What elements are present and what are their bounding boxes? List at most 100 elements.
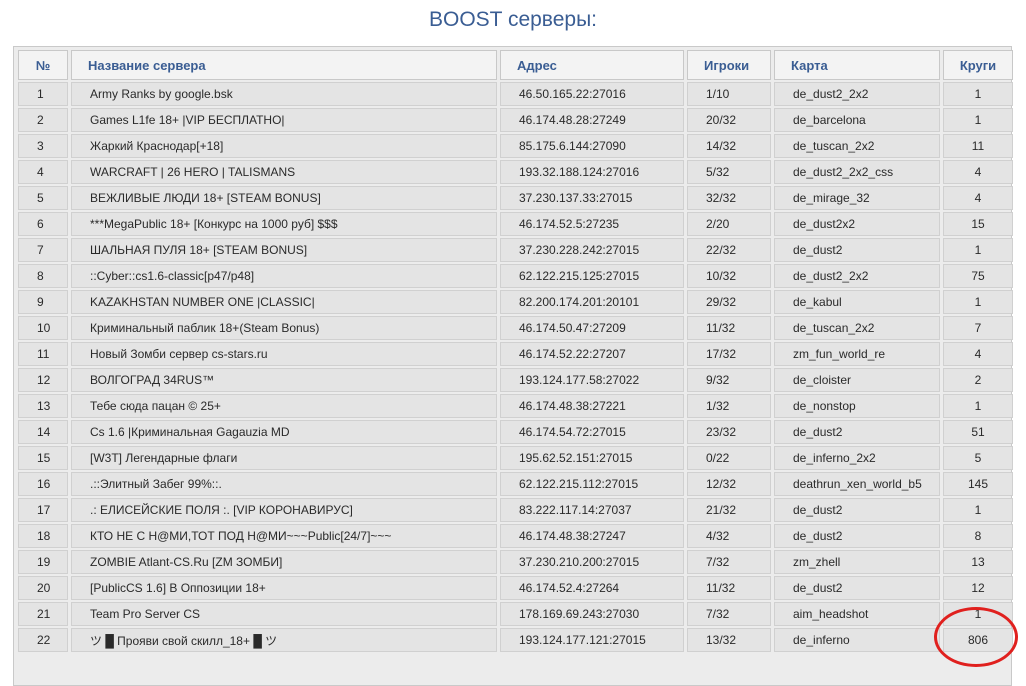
cell-server-name: .: ЕЛИСЕЙСКИЕ ПОЛЯ :. [VIP КОРОНАВИРУС] <box>71 498 497 522</box>
cell-players: 32/32 <box>687 186 771 210</box>
cell-server-name: Team Pro Server CS <box>71 602 497 626</box>
cell-num: 3 <box>18 134 68 158</box>
cell-map: de_dust2x2 <box>774 212 940 236</box>
cell-players: 17/32 <box>687 342 771 366</box>
cell-num: 14 <box>18 420 68 444</box>
cell-players: 1/32 <box>687 394 771 418</box>
table-row[interactable]: 2 Games L1fe 18+ |VIP БЕСПЛАТНО| 46.174.48… <box>18 108 1013 132</box>
column-header-laps[interactable]: Круги <box>943 50 1013 80</box>
cell-server-name: Жаркий Краснодар[+18] <box>71 134 497 158</box>
cell-address: 85.175.6.144:27090 <box>500 134 684 158</box>
cell-server-name: ВОЛГОГРАД 34RUS™ <box>71 368 497 392</box>
cell-server-name: [PublicCS 1.6] В Оппозиции 18+ <box>71 576 497 600</box>
cell-players: 23/32 <box>687 420 771 444</box>
table-row[interactable]: 6 ***MegaPublic 18+ [Конкурс на 1000 руб]… <box>18 212 1013 236</box>
cell-address: 178.169.69.243:27030 <box>500 602 684 626</box>
cell-laps: 1 <box>943 290 1013 314</box>
table-row[interactable]: 12 ВОЛГОГРАД 34RUS™ 193.124.177.58:27022 9/… <box>18 368 1013 392</box>
cell-players: 7/32 <box>687 602 771 626</box>
cell-server-name: Криминальный паблик 18+(Steam Bonus) <box>71 316 497 340</box>
cell-server-name: .::Элитный Забег 99%::. <box>71 472 497 496</box>
table-row[interactable]: 13 Тебе сюда пацан © 25+ 46.174.48.38:2722… <box>18 394 1013 418</box>
cell-map: de_mirage_32 <box>774 186 940 210</box>
cell-address: 62.122.215.125:27015 <box>500 264 684 288</box>
table-row[interactable]: 4 WARCRAFT | 26 HERO | TALISMANS 193.32.18… <box>18 160 1013 184</box>
table-row[interactable]: 8::Cyber::cs1.6-classic[p47/p48] 62.122.2… <box>18 264 1013 288</box>
cell-players: 5/32 <box>687 160 771 184</box>
column-header-address[interactable]: Адрес <box>500 50 684 80</box>
column-header-num[interactable]: № <box>18 50 68 80</box>
cell-address: 195.62.52.151:27015 <box>500 446 684 470</box>
table-row[interactable]: 15 [W3T] Легендарные флаги 195.62.52.151:2… <box>18 446 1013 470</box>
cell-players: 11/32 <box>687 316 771 340</box>
column-header-map[interactable]: Карта <box>774 50 940 80</box>
cell-players: 9/32 <box>687 368 771 392</box>
cell-num: 1 <box>18 82 68 106</box>
cell-map: de_cloister <box>774 368 940 392</box>
cell-laps: 5 <box>943 446 1013 470</box>
cell-num: 2 <box>18 108 68 132</box>
cell-address: 46.174.48.28:27249 <box>500 108 684 132</box>
table-row[interactable]: 20 [PublicCS 1.6] В Оппозиции 18+ 46.174.5… <box>18 576 1013 600</box>
cell-map: de_dust2_2x2 <box>774 264 940 288</box>
cell-num: 13 <box>18 394 68 418</box>
table-row[interactable]: 10 Криминальный паблик 18+(Steam Bonus) 46… <box>18 316 1013 340</box>
table-row[interactable]: 14 Cs 1.6 |Криминальная Gagauzia MD 46.174… <box>18 420 1013 444</box>
table-row[interactable]: 17.: ЕЛИСЕЙСКИЕ ПОЛЯ :. [VIP КОРОНАВИРУС… <box>18 498 1013 522</box>
table-row[interactable]: 22 ツ █ Прояви свой скилл_18+ █ ツ 193.124.1… <box>18 628 1013 652</box>
table-row[interactable]: 11 Новый Зомби сервер cs-stars.ru 46.174.5… <box>18 342 1013 366</box>
table-row[interactable]: 5 ВЕЖЛИВЫЕ ЛЮДИ 18+ [STEAM BONUS] 37.230.1… <box>18 186 1013 210</box>
cell-server-name: [W3T] Легендарные флаги <box>71 446 497 470</box>
cell-players: 14/32 <box>687 134 771 158</box>
cell-laps: 8 <box>943 524 1013 548</box>
cell-server-name: ::Cyber::cs1.6-classic[p47/p48] <box>71 264 497 288</box>
cell-laps: 4 <box>943 186 1013 210</box>
page-title: BOOST серверы: <box>428 8 598 31</box>
cell-server-name: КТО НЕ С Н@МИ,ТОТ ПОД Н@МИ~~~Public[24/7… <box>71 524 497 548</box>
table-row[interactable]: 1 Army Ranks by google.bsk 46.50.165.22:27… <box>18 82 1013 106</box>
cell-laps: 4 <box>943 342 1013 366</box>
table-row[interactable]: 16 .::Элитный Забег 99%::. 62.122.215.112:… <box>18 472 1013 496</box>
cell-num: 22 <box>18 628 68 652</box>
cell-address: 37.230.228.242:27015 <box>500 238 684 262</box>
cell-num: 17 <box>18 498 68 522</box>
cell-players: 7/32 <box>687 550 771 574</box>
cell-num: 8 <box>18 264 68 288</box>
cell-map: de_kabul <box>774 290 940 314</box>
table-row[interactable]: 19 ZOMBIE Atlant-CS.Ru [ZM ЗОМБИ] 37.230.2… <box>18 550 1013 574</box>
highlight-circle <box>934 607 1018 667</box>
cell-laps: 11 <box>943 134 1013 158</box>
cell-server-name: ШАЛЬНАЯ ПУЛЯ 18+ [STEAM BONUS] <box>71 238 497 262</box>
cell-address: 46.174.52.4:27264 <box>500 576 684 600</box>
table-row[interactable]: 3 Жаркий Краснодар[+18] 85.175.6.144:27090… <box>18 134 1013 158</box>
cell-laps: 4 <box>943 160 1013 184</box>
cell-laps: 2 <box>943 368 1013 392</box>
cell-address: 37.230.137.33:27015 <box>500 186 684 210</box>
column-header-name[interactable]: Название сервера <box>71 50 497 80</box>
cell-server-name: ВЕЖЛИВЫЕ ЛЮДИ 18+ [STEAM BONUS] <box>71 186 497 210</box>
cell-address: 46.174.54.72:27015 <box>500 420 684 444</box>
cell-laps: 51 <box>943 420 1013 444</box>
cell-num: 10 <box>18 316 68 340</box>
cell-laps: 12 <box>943 576 1013 600</box>
cell-server-name: Новый Зомби сервер cs-stars.ru <box>71 342 497 366</box>
cell-laps: 1 <box>943 394 1013 418</box>
table-row[interactable]: 21 Team Pro Server CS 178.169.69.243:27030… <box>18 602 1013 626</box>
cell-players: 12/32 <box>687 472 771 496</box>
cell-address: 46.174.48.38:27221 <box>500 394 684 418</box>
cell-address: 46.50.165.22:27016 <box>500 82 684 106</box>
cell-players: 20/32 <box>687 108 771 132</box>
cell-address: 37.230.210.200:27015 <box>500 550 684 574</box>
table-row[interactable]: 7 ШАЛЬНАЯ ПУЛЯ 18+ [STEAM BONUS] 37.230.22… <box>18 238 1013 262</box>
table-row[interactable]: 9 KAZAKHSTAN NUMBER ONE |CLASSIC| 82.200.1… <box>18 290 1013 314</box>
cell-players: 1/10 <box>687 82 771 106</box>
cell-laps: 145 <box>943 472 1013 496</box>
cell-num: 4 <box>18 160 68 184</box>
column-header-players[interactable]: Игроки <box>687 50 771 80</box>
cell-server-name: ツ █ Прояви свой скилл_18+ █ ツ <box>71 628 497 652</box>
cell-address: 46.174.52.22:27207 <box>500 342 684 366</box>
cell-players: 10/32 <box>687 264 771 288</box>
table-row[interactable]: 18 КТО НЕ С Н@МИ,ТОТ ПОД Н@МИ~~~Public[24… <box>18 524 1013 548</box>
cell-server-name: Тебе сюда пацан © 25+ <box>71 394 497 418</box>
cell-map: de_tuscan_2x2 <box>774 134 940 158</box>
